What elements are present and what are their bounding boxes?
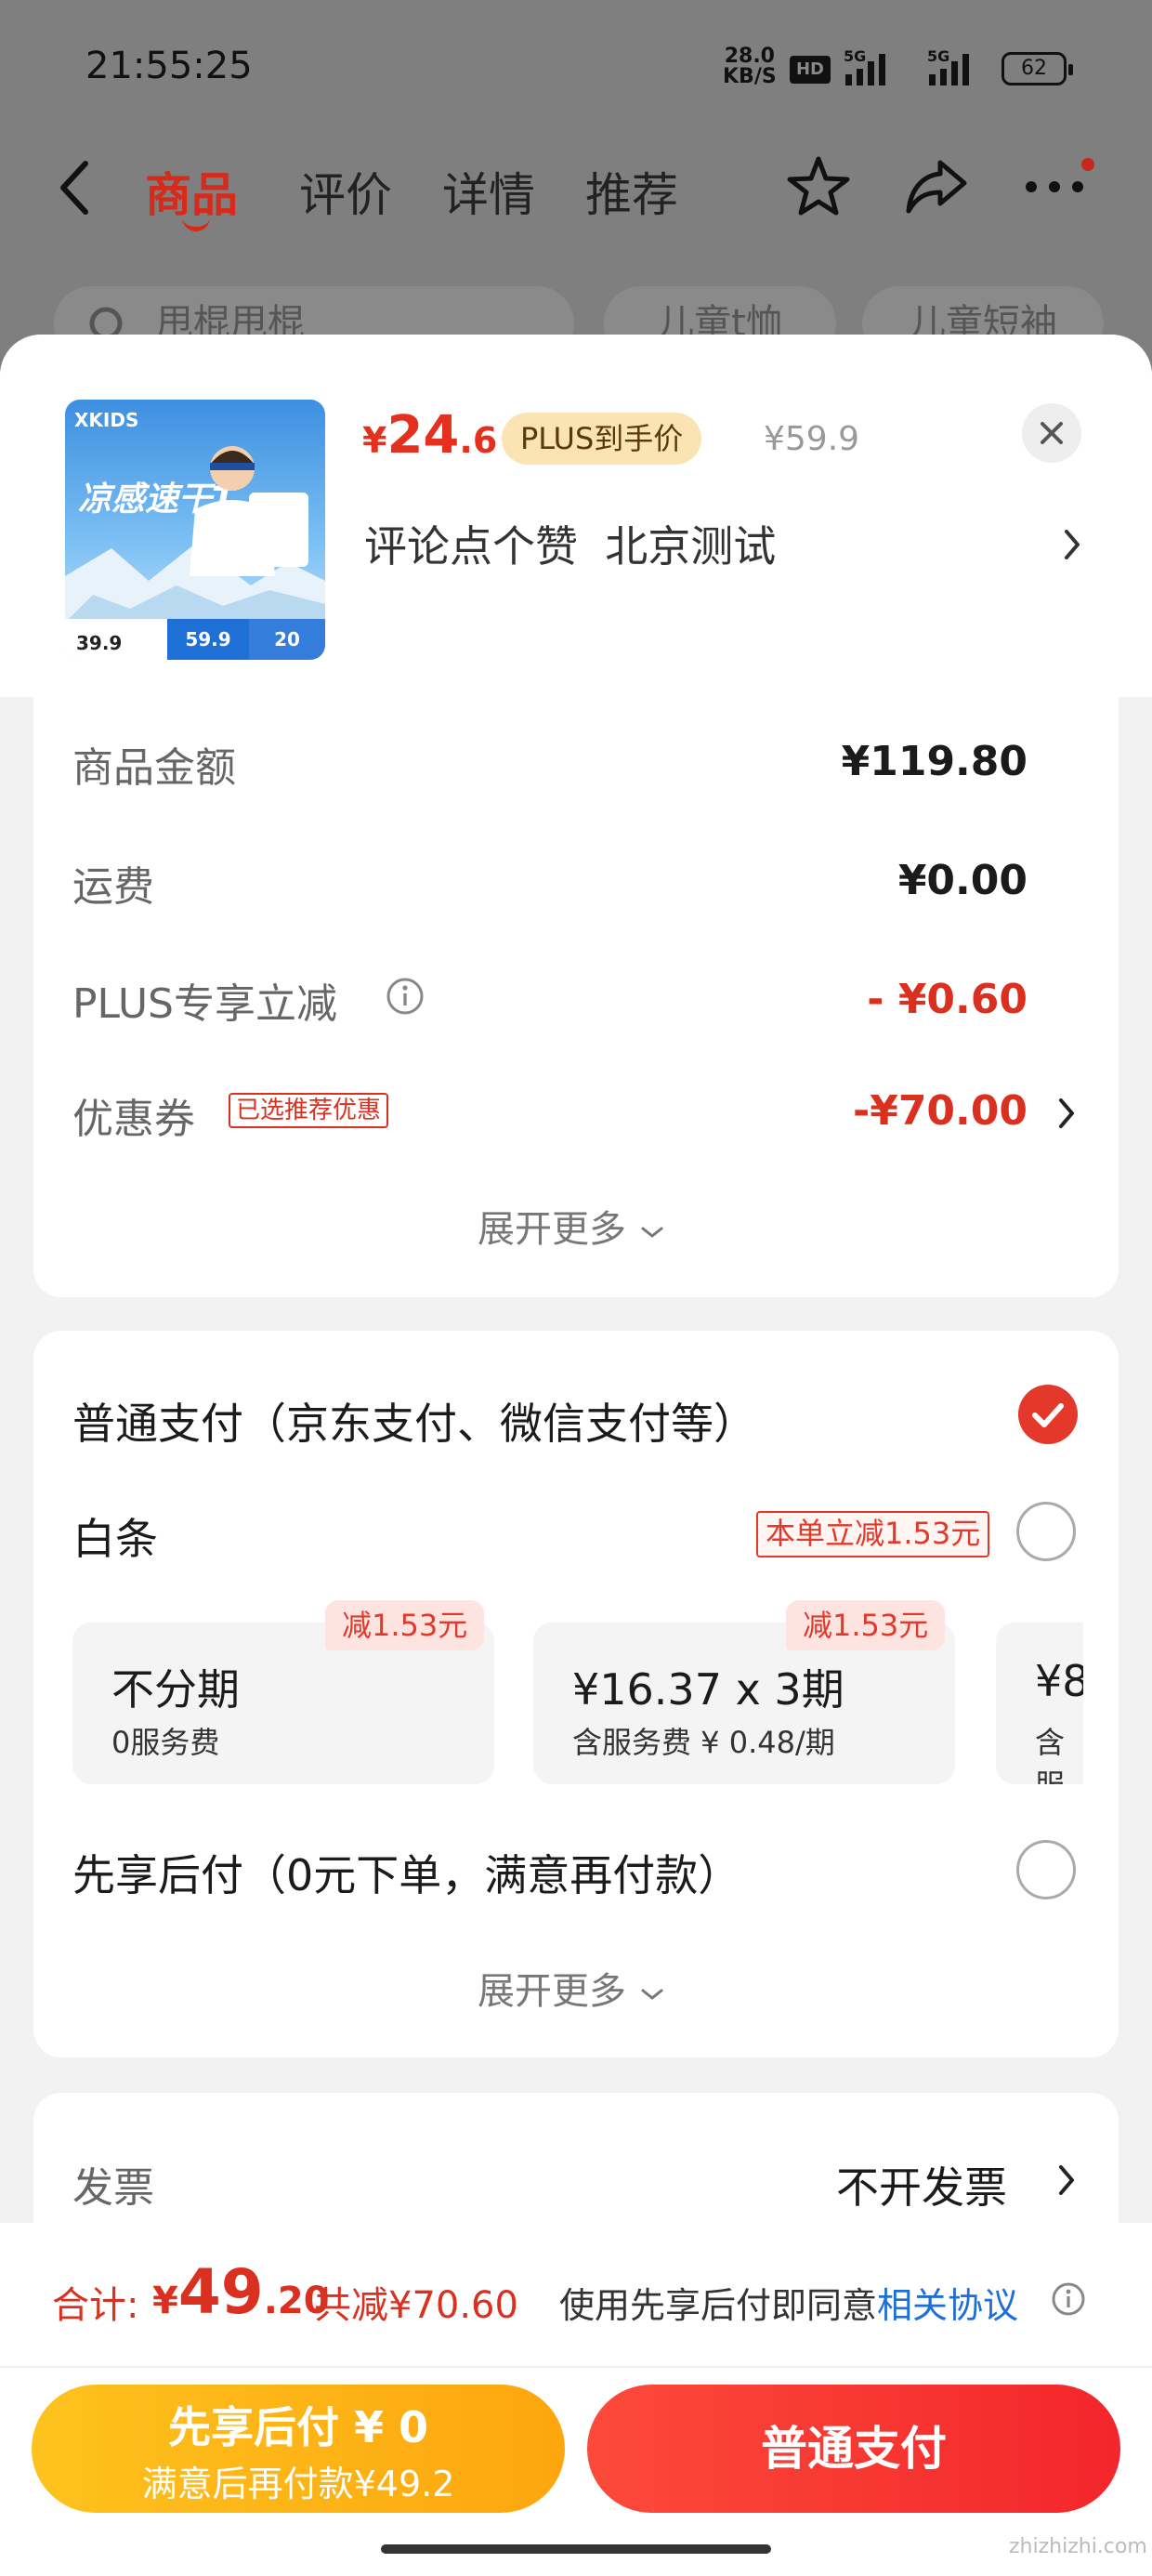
info-icon[interactable] (1050, 2280, 1087, 2318)
thumbnail-price: 39.9 (76, 632, 123, 654)
notification-dot (1081, 158, 1094, 171)
pay-later-button[interactable]: 先享后付 ¥ 0 满意后再付款¥49.2 (32, 2385, 565, 2513)
coupon-value[interactable]: -¥70.00 (853, 1087, 1028, 1135)
original-price: ¥59.9 (764, 420, 860, 458)
invoice-value[interactable]: 不开发票 (836, 2154, 1007, 2215)
info-icon[interactable] (385, 976, 425, 1017)
normal-payment-radio[interactable] (1018, 1385, 1078, 1444)
brand-logo: XKIDS (74, 409, 139, 431)
invoice-label: 发票 (72, 2164, 154, 2212)
goods-amount-value: ¥119.80 (841, 738, 1028, 785)
baitiao-promo-tag: 本单立减1.53元 (756, 1511, 990, 1557)
chevron-down-icon (641, 1989, 663, 2000)
expand-more-button[interactable]: 展开更多 (478, 1199, 666, 1253)
chevron-right-icon[interactable] (1055, 2162, 1078, 2199)
watermark: zhizhizhi.com (1009, 2535, 1147, 2558)
plan-discount-tag: 减1.53元 (786, 1600, 946, 1650)
close-icon (1041, 422, 1063, 444)
tab-reviews[interactable]: 评价 (299, 158, 392, 225)
chevron-right-icon[interactable] (1061, 526, 1083, 563)
tab-recommend[interactable]: 推荐 (585, 158, 678, 225)
chevron-right-icon[interactable] (1055, 1095, 1078, 1132)
divider (0, 2366, 1152, 2368)
goods-amount-label: 商品金额 (72, 744, 236, 792)
baitiao-label[interactable]: 白条 (72, 1505, 158, 1567)
total-price: ¥49.20 (152, 2256, 330, 2328)
share-icon[interactable] (903, 153, 970, 218)
favorite-star-icon[interactable] (786, 153, 851, 218)
shipping-label: 运费 (72, 863, 154, 911)
home-indicator[interactable] (381, 2544, 771, 2554)
plus-price-badge: PLUS到手价 (502, 413, 702, 465)
agreement-text: 使用先享后付即同意相关协议 (559, 2285, 1019, 2326)
pay-later-radio[interactable] (1016, 1840, 1076, 1899)
installment-plan-more[interactable]: ¥8 含服 (996, 1623, 1083, 1784)
svg-text:5G: 5G (844, 47, 866, 65)
svg-text:5G: 5G (927, 47, 949, 65)
plus-discount-value: - ¥0.60 (867, 976, 1028, 1023)
clock: 21:55:25 (85, 45, 253, 87)
pay-later-label[interactable]: 先享后付（0元下单，满意再付款） (72, 1842, 740, 1903)
network-speed: 28.0 KB/S (723, 45, 777, 88)
normal-payment-label[interactable]: 普通支付（京东支付、微信支付等） (72, 1390, 756, 1452)
battery-icon: 62 (1001, 52, 1073, 85)
signal-icon: 5G (844, 47, 885, 85)
shipping-value: ¥0.00 (897, 857, 1028, 904)
plus-discount-label: PLUS专享立减 (72, 980, 337, 1028)
more-menu-icon[interactable] (1022, 153, 1087, 218)
plus-price: ¥24.6 (362, 405, 498, 466)
baitiao-radio[interactable] (1016, 1502, 1076, 1561)
coupon-label[interactable]: 优惠券 (72, 1085, 195, 1145)
thumbnail-tag (249, 493, 308, 567)
product-thumbnail: XKIDS 凉感速干T 39.9 59.9 20 (65, 400, 325, 660)
product-title[interactable]: 评论点个赞 北京测试 (364, 513, 776, 574)
status-bar: 21:55:25 28.0 KB/S HD 5G 5G 62 (0, 0, 1152, 139)
agreement-link[interactable]: 相关协议 (877, 2285, 1018, 2326)
check-icon (1032, 1403, 1064, 1427)
coupon-tag: 已选推荐优惠 (229, 1093, 389, 1128)
thumbnail-price: 20 (249, 619, 325, 660)
back-arrow-icon[interactable] (56, 158, 93, 217)
thumbnail-price: 59.9 (167, 619, 249, 660)
chevron-down-icon (641, 1227, 663, 1238)
plan-discount-tag: 减1.53元 (325, 1600, 485, 1650)
total-label: 合计: (52, 2284, 139, 2327)
close-button[interactable] (1022, 403, 1081, 463)
signal-icon: 5G (927, 47, 969, 85)
tab-details[interactable]: 详情 (442, 158, 535, 225)
hd-icon: HD (790, 56, 831, 84)
total-saving: 共减¥70.60 (314, 2284, 518, 2327)
normal-pay-button[interactable]: 普通支付 (587, 2385, 1120, 2513)
expand-more-button[interactable]: 展开更多 (478, 1961, 666, 2015)
